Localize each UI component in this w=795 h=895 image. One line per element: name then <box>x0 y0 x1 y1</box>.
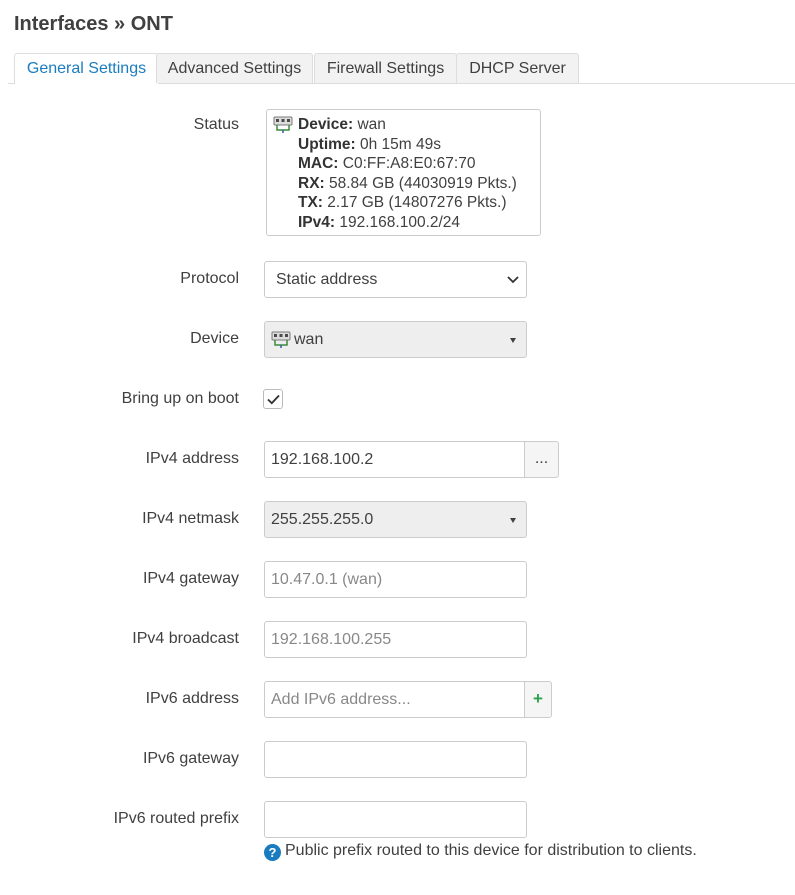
ipv4-address-label: IPv4 address <box>145 450 239 467</box>
ipv4-netmask-select[interactable]: 255.255.255.0 <box>264 501 527 538</box>
checkmark-icon <box>267 394 280 405</box>
device-select[interactable]: wan <box>264 321 527 358</box>
status-panel: Device: wan Uptime: 0h 15m 49s MAC: C0:F… <box>266 109 541 236</box>
tab-bar: General Settings Advanced Settings Firew… <box>8 53 795 84</box>
caret-down-icon <box>510 518 516 523</box>
status-label: Status <box>193 116 239 133</box>
status-line-ipv4: IPv4: 192.168.100.2/24 <box>298 213 461 231</box>
ipv4-netmask-value: 255.255.255.0 <box>271 511 374 528</box>
ipv6-address-add-button[interactable]: + <box>524 681 552 718</box>
device-label: Device <box>190 330 239 347</box>
ipv6-address-placeholder: Add IPv6 address... <box>271 691 411 708</box>
ipv6-gateway-label: IPv6 gateway <box>142 750 239 767</box>
ipv4-gateway-label: IPv4 gateway <box>142 570 239 587</box>
status-line-mac: MAC: C0:FF:A8:E0:67:70 <box>298 155 476 172</box>
protocol-label: Protocol <box>180 270 239 287</box>
ipv6-prefix-help-text: Public prefix routed to this device for … <box>285 842 697 859</box>
ipv4-address-input[interactable]: 192.168.100.2 <box>264 441 525 478</box>
ipv4-address-value: 192.168.100.2 <box>271 451 374 468</box>
ipv6-prefix-help: ? Public prefix routed to this device for… <box>264 842 697 861</box>
ipv6-gateway-input[interactable] <box>264 741 527 778</box>
status-line-uptime: Uptime: 0h 15m 49s <box>298 135 442 153</box>
ipv4-broadcast-label: IPv4 broadcast <box>132 630 239 647</box>
ipv4-broadcast-input[interactable]: 192.168.100.255 <box>264 621 527 658</box>
status-line-tx: TX: 2.17 GB (14807276 Pkts.) <box>298 194 507 211</box>
plus-icon: + <box>533 689 543 708</box>
page-title: Interfaces » ONT <box>14 13 173 35</box>
tab-general-settings[interactable]: General Settings <box>14 53 159 84</box>
ipv4-address-more-button[interactable]: ... <box>524 441 559 478</box>
device-value: wan <box>294 331 324 348</box>
caret-down-icon <box>510 338 516 343</box>
ethernet-port-icon <box>271 331 291 348</box>
ipv6-prefix-label: IPv6 routed prefix <box>113 810 239 827</box>
status-details: Device: wan Uptime: 0h 15m 49s MAC: C0:F… <box>298 115 517 232</box>
ipv4-broadcast-placeholder: 192.168.100.255 <box>271 631 392 648</box>
tab-advanced-settings[interactable]: Advanced Settings <box>156 53 313 83</box>
ipv4-gateway-placeholder: 10.47.0.1 (wan) <box>271 571 383 588</box>
protocol-value: Static address <box>276 271 378 288</box>
ethernet-port-icon <box>273 116 293 133</box>
status-line-device: Device: wan <box>298 116 386 133</box>
boot-checkbox[interactable] <box>263 389 283 409</box>
chevron-down-icon <box>507 276 519 284</box>
help-icon: ? <box>264 844 281 861</box>
ipv6-address-label: IPv6 address <box>145 690 239 707</box>
ipv4-netmask-label: IPv4 netmask <box>142 510 239 527</box>
ipv6-prefix-input[interactable] <box>264 801 527 838</box>
tab-firewall-settings[interactable]: Firewall Settings <box>314 53 457 83</box>
ipv6-address-input[interactable]: Add IPv6 address... <box>264 681 525 718</box>
tab-dhcp-server[interactable]: DHCP Server <box>456 53 579 83</box>
boot-label: Bring up on boot <box>121 390 239 407</box>
status-line-rx: RX: 58.84 GB (44030919 Pkts.) <box>298 174 517 192</box>
ipv4-gateway-input[interactable]: 10.47.0.1 (wan) <box>264 561 527 598</box>
protocol-select[interactable]: Static address <box>264 261 527 298</box>
